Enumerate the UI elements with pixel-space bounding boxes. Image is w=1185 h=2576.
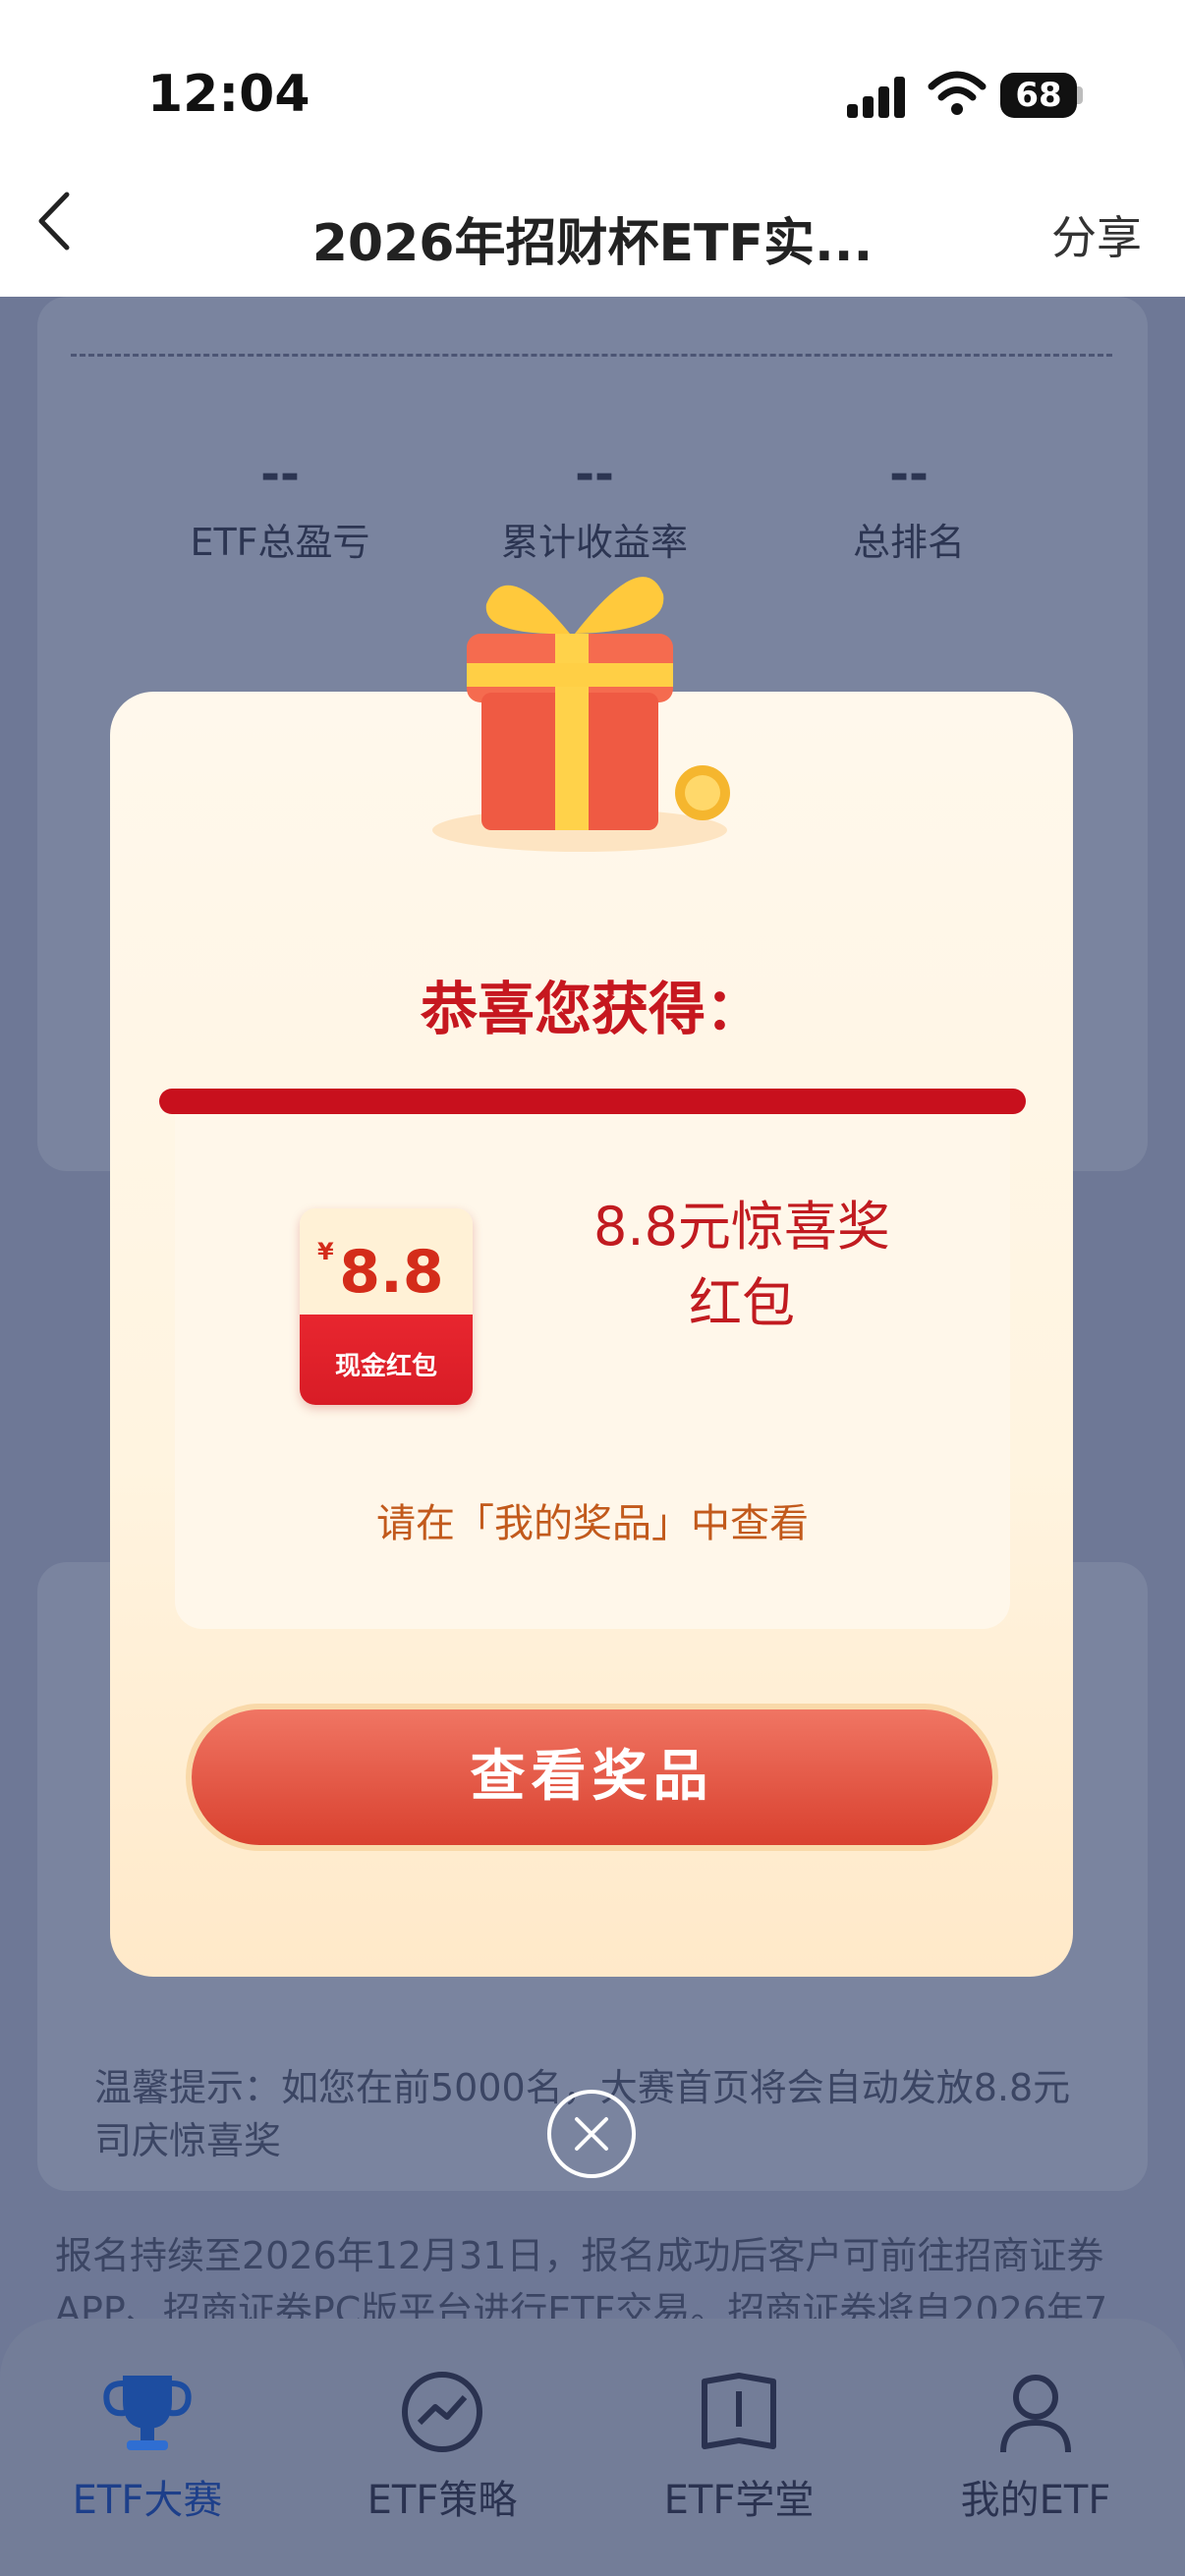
stat-value: -- <box>575 447 614 502</box>
tab-label: ETF策略 <box>367 2478 518 2523</box>
stat-label: ETF总盈亏 <box>190 521 370 564</box>
stat-total-pnl: -- ETF总盈亏 <box>147 447 413 566</box>
status-time: 12:04 <box>147 65 310 124</box>
battery-tip <box>1077 86 1083 104</box>
envelope-amount-row: ¥ 8.8 <box>317 1238 465 1307</box>
prize-hint: 请在「我的奖品」中查看 <box>376 1501 809 1546</box>
dashed-divider <box>71 354 1112 357</box>
prize-name-line2: 红包 <box>689 1272 795 1334</box>
battery-indicator: 68 <box>1000 73 1077 118</box>
stat-total-rank: -- 总排名 <box>776 447 1042 566</box>
tab-etf-school[interactable]: ETF学堂 <box>611 2368 867 2525</box>
view-prize-button[interactable]: 查看奖品 <box>192 1709 992 1845</box>
prize-name-line1: 8.8元惊喜奖 <box>593 1196 890 1258</box>
tab-label: 我的ETF <box>960 2478 1111 2523</box>
tab-etf-contest[interactable]: ETF大赛 <box>20 2368 275 2525</box>
stat-label: 总排名 <box>852 521 965 564</box>
tab-label: ETF大赛 <box>72 2478 223 2523</box>
ribbon-bar <box>159 1089 1026 1114</box>
close-icon[interactable] <box>545 2088 638 2180</box>
back-chevron-icon[interactable] <box>29 187 79 255</box>
modal-heading: 恭喜您获得： <box>420 976 762 1042</box>
book-icon <box>702 2373 776 2449</box>
envelope-amount: 8.8 <box>339 1238 444 1307</box>
user-icon <box>1000 2375 1071 2453</box>
page-title: 2026年招财杯ETF实... <box>311 214 874 273</box>
red-envelope-icon: ¥ 8.8 现金红包 <box>300 1208 473 1405</box>
tab-etf-strategy[interactable]: ETF策略 <box>314 2368 570 2525</box>
tab-label: ETF学堂 <box>663 2478 815 2523</box>
chart-trend-icon <box>402 2372 482 2452</box>
stat-value: -- <box>260 447 300 502</box>
signal-icon <box>847 77 908 118</box>
stat-value: -- <box>889 447 929 502</box>
share-button[interactable]: 分享 <box>1051 202 1142 267</box>
wifi-icon <box>928 71 987 115</box>
envelope-label: 现金红包 <box>334 1352 437 1381</box>
gift-box-icon <box>432 577 730 852</box>
envelope-currency: ¥ <box>317 1238 334 1265</box>
tab-my-etf[interactable]: 我的ETF <box>908 2368 1163 2525</box>
prize-name: 8.8元惊喜奖 红包 <box>550 1189 933 1342</box>
trophy-icon <box>103 2376 192 2450</box>
